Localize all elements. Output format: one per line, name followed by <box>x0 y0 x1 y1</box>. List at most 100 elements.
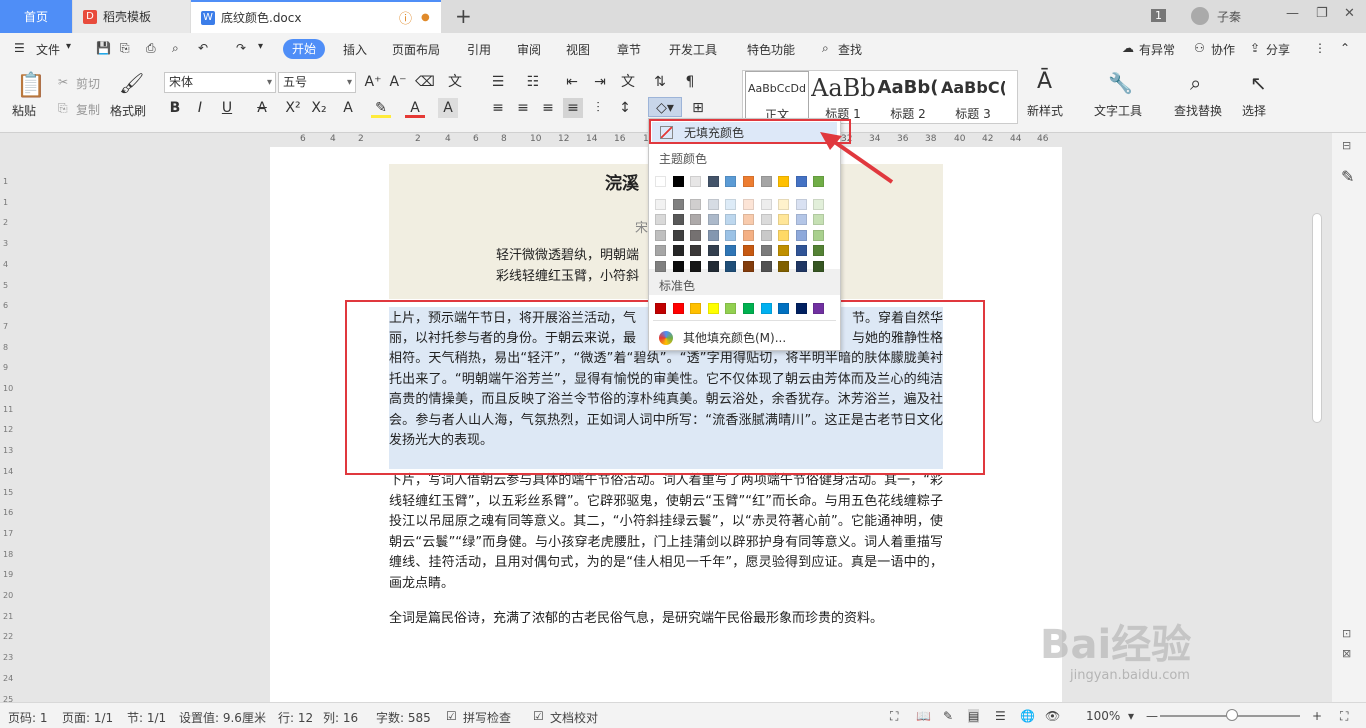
share-icon[interactable]: ⇪ <box>1250 41 1260 55</box>
theme-color-swatch[interactable] <box>707 176 719 187</box>
chevron-down-icon[interactable]: ▾ <box>66 41 71 52</box>
theme-shade-swatch[interactable] <box>690 245 702 257</box>
standard-color-swatch[interactable] <box>672 303 684 314</box>
format-painter-icon[interactable]: 🖌 <box>119 71 144 95</box>
paste-icon[interactable]: 📋 <box>16 71 46 99</box>
vertical-scrollbar[interactable] <box>1310 147 1324 702</box>
chinese-layout-icon[interactable]: 文 <box>618 72 638 92</box>
save-icon[interactable]: 💾 <box>96 41 111 55</box>
style-heading-2[interactable]: AaBb( 标题 2 <box>876 71 940 123</box>
theme-shade-swatch[interactable] <box>690 229 702 241</box>
style-heading-3[interactable]: AaBbC( 标题 3 <box>941 71 1005 123</box>
menu-insert[interactable]: 插入 <box>343 41 367 58</box>
theme-shade-swatch[interactable] <box>707 260 719 272</box>
undo-icon[interactable]: ↶ <box>198 41 208 55</box>
theme-shade-swatch[interactable] <box>725 199 737 210</box>
status-section[interactable]: 节: 1/1 <box>127 709 166 726</box>
outline-view-icon[interactable]: ☰ <box>995 709 1006 723</box>
bold-icon[interactable]: B <box>165 98 185 118</box>
page-view-icon[interactable]: ▤ <box>968 709 980 723</box>
quick-access-dropdown-icon[interactable]: ▾ <box>258 41 263 52</box>
eye-protect-icon[interactable]: 👁 <box>1045 709 1060 723</box>
vertical-ruler[interactable]: 1 1 2 3 4 5 6 7 8 9 10 11 12 13 14 15 16 17 18 19 20 21 22 23 24… <box>0 147 14 724</box>
standard-color-swatch[interactable] <box>655 303 666 314</box>
standard-color-swatch[interactable] <box>725 303 737 314</box>
theme-color-swatch[interactable] <box>795 176 807 187</box>
phonetic-icon[interactable]: 文 <box>445 72 465 92</box>
pen-icon[interactable]: ✎ <box>1341 167 1354 186</box>
theme-shade-swatch[interactable] <box>760 260 772 272</box>
collapse-ribbon-icon[interactable]: ⌃ <box>1340 41 1350 55</box>
print-preview-icon[interactable]: ⌕ <box>172 41 179 56</box>
theme-shade-swatch[interactable] <box>672 214 684 226</box>
find-replace-icon[interactable]: ⌕ <box>1190 71 1201 95</box>
theme-color-swatch[interactable] <box>690 176 702 187</box>
menu-view[interactable]: 视图 <box>566 41 590 58</box>
increase-indent-icon[interactable]: ⇥ <box>590 72 610 92</box>
theme-shade-swatch[interactable] <box>760 199 772 210</box>
align-right-icon[interactable]: ≡ <box>538 98 558 118</box>
theme-shade-swatch[interactable] <box>813 199 825 210</box>
find-replace-button[interactable]: 查找替换 <box>1174 102 1222 119</box>
export-icon[interactable]: ⎘ <box>120 41 130 56</box>
menu-status-exception[interactable]: 有异常 <box>1139 41 1175 58</box>
theme-color-swatch[interactable] <box>778 176 790 187</box>
theme-shade-swatch[interactable] <box>672 245 684 257</box>
tab-home[interactable]: 首页 <box>0 0 72 33</box>
theme-shade-swatch[interactable] <box>672 229 684 241</box>
text-tools-button[interactable]: 文字工具 <box>1094 102 1142 119</box>
theme-shade-swatch[interactable] <box>778 245 790 257</box>
menu-page-layout[interactable]: 页面布局 <box>392 41 440 58</box>
theme-shade-swatch[interactable] <box>778 229 790 241</box>
theme-shade-swatch[interactable] <box>795 260 807 272</box>
status-page[interactable]: 页码: 1 <box>8 709 48 726</box>
new-style-icon[interactable]: Ā <box>1037 69 1052 94</box>
collab-icon[interactable]: ⚇ <box>1194 41 1205 55</box>
theme-shade-swatch[interactable] <box>655 199 666 210</box>
fullscreen-icon[interactable]: ⛶ <box>890 709 898 724</box>
theme-shade-swatch[interactable] <box>655 245 666 257</box>
theme-shade-swatch[interactable] <box>795 245 807 257</box>
more-fill-colors-option[interactable]: 其他填充颜色(M)... <box>659 329 786 346</box>
theme-shade-swatch[interactable] <box>795 214 807 226</box>
theme-shade-swatch[interactable] <box>707 214 719 226</box>
theme-shade-swatch[interactable] <box>813 214 825 226</box>
minimize-icon[interactable]: — <box>1286 6 1299 21</box>
sidebar-ai-icon[interactable]: ⊠ <box>1342 647 1351 660</box>
menu-collab[interactable]: 协作 <box>1211 41 1235 58</box>
status-pages[interactable]: 页面: 1/1 <box>62 709 113 726</box>
scrollbar-thumb[interactable] <box>1312 213 1322 423</box>
tab-document[interactable]: W 底纹颜色.docx ⓘ ● <box>191 0 441 33</box>
select-icon[interactable]: ↖ <box>1250 71 1267 95</box>
sidebar-expand-icon[interactable]: ⊟ <box>1342 139 1351 152</box>
theme-shade-swatch[interactable] <box>743 199 754 210</box>
status-spell-check[interactable]: 拼写检查 <box>463 709 511 726</box>
theme-shade-swatch[interactable] <box>743 245 754 257</box>
highlight-icon[interactable]: ✎ <box>371 98 391 118</box>
distributed-icon[interactable]: ⫶ <box>588 98 608 118</box>
status-col[interactable]: 列: 16 <box>323 709 358 726</box>
web-view-icon[interactable]: 🌐 <box>1020 709 1035 723</box>
theme-shade-swatch[interactable] <box>813 245 825 257</box>
theme-shade-swatch[interactable] <box>725 214 737 226</box>
theme-shade-swatch[interactable] <box>655 214 666 226</box>
restore-icon[interactable]: ❐ <box>1316 6 1328 21</box>
standard-color-swatch[interactable] <box>760 303 772 314</box>
theme-shade-swatch[interactable] <box>743 229 754 241</box>
style-heading-1[interactable]: AaBb 标题 1 <box>811 71 875 123</box>
close-icon[interactable]: ✕ <box>1344 6 1355 21</box>
standard-color-swatch[interactable] <box>813 303 825 314</box>
theme-shade-swatch[interactable] <box>672 199 684 210</box>
copy-button[interactable]: 复制 <box>76 101 100 118</box>
standard-color-swatch[interactable] <box>795 303 807 314</box>
theme-shade-swatch[interactable] <box>760 214 772 226</box>
theme-shade-swatch[interactable] <box>725 245 737 257</box>
cut-button[interactable]: 剪切 <box>76 75 100 92</box>
theme-shade-swatch[interactable] <box>760 245 772 257</box>
line-spacing-icon[interactable]: ↕ <box>615 98 635 118</box>
style-normal[interactable]: AaBbCcDd 正文 <box>745 71 809 123</box>
theme-shade-swatch[interactable] <box>813 229 825 241</box>
shrink-font-icon[interactable]: A⁻ <box>388 72 408 92</box>
superscript-icon[interactable]: X² <box>283 98 303 118</box>
theme-shade-swatch[interactable] <box>743 214 754 226</box>
